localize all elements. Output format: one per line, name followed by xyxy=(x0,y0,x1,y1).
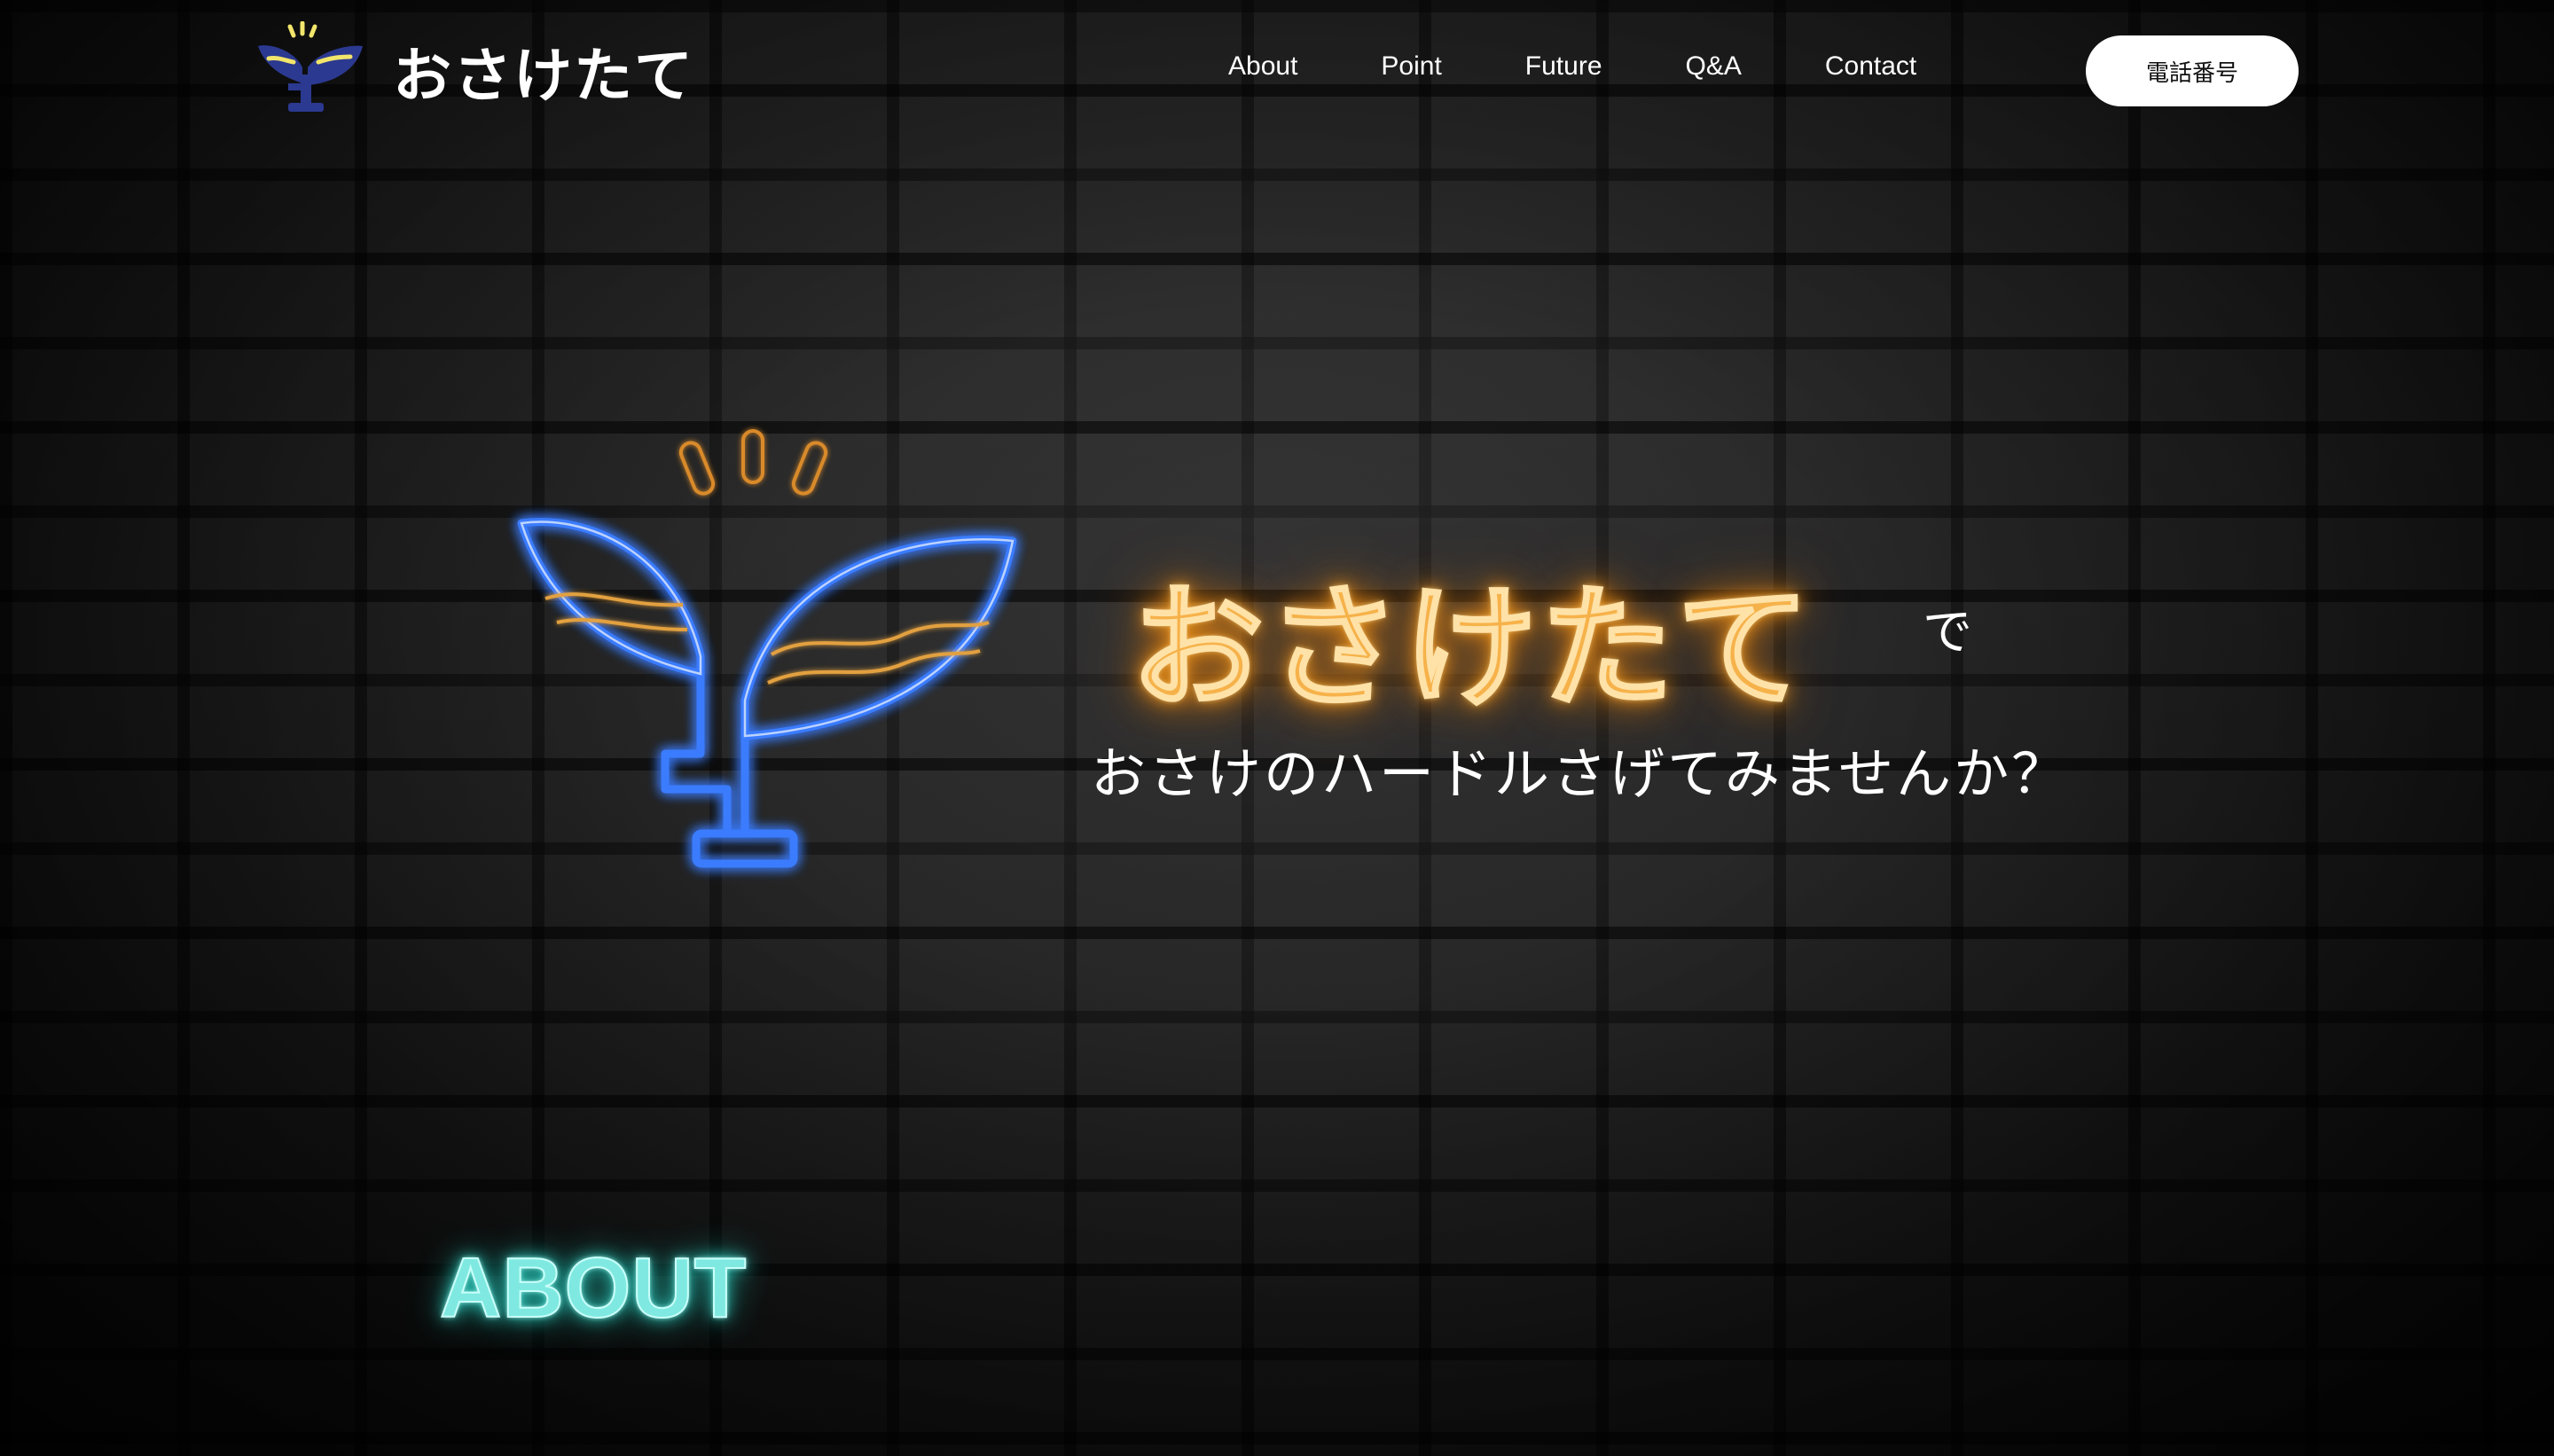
nav-link-about[interactable]: About xyxy=(1228,51,1297,82)
site-header: おさけたて About Point Future Q&A Contact 電話番… xyxy=(0,0,2554,142)
hero-title: おさけたて xyxy=(1129,571,1814,728)
about-heading: ABOUT xyxy=(439,1240,748,1336)
nav-link-future[interactable]: Future xyxy=(1525,51,1602,82)
page: おさけたて About Point Future Q&A Contact 電話番… xyxy=(0,0,2554,1456)
phone-number-button[interactable]: 電話番号 xyxy=(2086,35,2299,106)
nav-link-contact[interactable]: Contact xyxy=(1825,51,1916,82)
site-logo[interactable]: おさけたて xyxy=(253,21,694,121)
sprout-logo-icon xyxy=(258,21,363,112)
hero-tagline: おさけのハードルさげてみませんか？ xyxy=(1091,741,2070,806)
nav-link-point[interactable]: Point xyxy=(1381,51,1441,82)
hero-title-particle: で xyxy=(1923,604,1972,661)
neon-sprout-glass-icon xyxy=(505,417,1038,917)
nav-link-qa[interactable]: Q&A xyxy=(1686,51,1742,82)
logo-wordmark: おさけたて xyxy=(393,42,694,110)
main-nav: About Point Future Q&A Contact xyxy=(1228,51,1916,82)
